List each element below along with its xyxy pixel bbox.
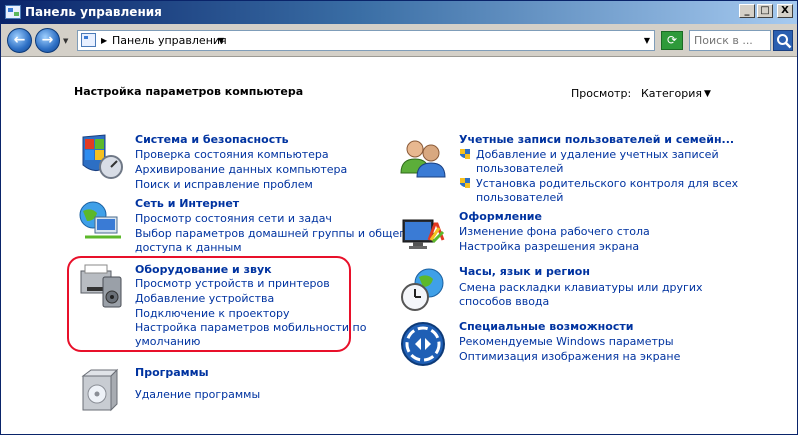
search-icon <box>777 34 792 49</box>
category-link[interactable]: Рекомендуемые Windows параметры <box>459 335 674 348</box>
refresh-button[interactable]: ⟳ <box>661 31 683 50</box>
address-dropdown-icon[interactable]: ▼ <box>644 36 650 45</box>
category-title[interactable]: Часы, язык и регион <box>459 265 590 278</box>
search-input[interactable] <box>690 31 770 50</box>
control-panel-window: Панель управления _ □ X ← → ▼ ▶ Панель у… <box>0 0 798 435</box>
network-globe-icon[interactable] <box>77 197 125 245</box>
category-link[interactable]: Установка родительского контроля для все… <box>476 177 738 190</box>
recent-pages-chevron-icon[interactable]: ▼ <box>63 37 68 45</box>
title-bar[interactable]: Панель управления _ □ X <box>1 1 797 24</box>
search-box[interactable] <box>689 30 771 51</box>
category-link[interactable]: Добавление и удаление учетных записей <box>476 148 719 161</box>
category-title[interactable]: Система и безопасность <box>135 133 289 146</box>
category-title[interactable]: Учетные записи пользователей и семейн... <box>459 133 734 146</box>
breadcrumb-chevron-icon[interactable]: ▼ <box>218 36 224 45</box>
navigation-toolbar: ← → ▼ ▶ Панель управления ▼ ▼ ⟳ <box>1 24 797 57</box>
control-panel-icon <box>81 33 96 47</box>
maximize-button[interactable]: □ <box>757 4 773 18</box>
window-title: Панель управления <box>25 5 162 19</box>
appearance-monitor-icon[interactable] <box>399 210 447 258</box>
close-button[interactable]: X <box>777 4 793 18</box>
clock-globe-icon[interactable] <box>399 265 447 313</box>
category-link[interactable]: Поиск и исправление проблем <box>135 178 313 191</box>
programs-box-icon[interactable] <box>77 366 125 414</box>
control-panel-icon <box>5 5 21 19</box>
view-by-label: Просмотр: <box>571 87 632 100</box>
category-link[interactable]: способов ввода <box>459 295 549 308</box>
search-button[interactable] <box>773 30 793 51</box>
category-link[interactable]: доступа к данным <box>135 241 242 254</box>
category-link[interactable]: Смена раскладки клавиатуры или других <box>459 281 703 294</box>
category-link[interactable]: Выбор параметров домашней группы и общег… <box>135 227 412 240</box>
breadcrumb-control-panel[interactable]: Панель управления <box>112 34 227 47</box>
category-link[interactable]: пользователей <box>476 162 563 175</box>
category-link[interactable]: Проверка состояния компьютера <box>135 148 329 161</box>
category-link[interactable]: Архивирование данных компьютера <box>135 163 347 176</box>
view-by-dropdown[interactable]: Категория <box>641 87 702 100</box>
category-title[interactable]: Сеть и Интернет <box>135 197 239 210</box>
users-icon[interactable] <box>399 133 447 181</box>
category-link[interactable]: Изменение фона рабочего стола <box>459 225 650 238</box>
minimize-button[interactable]: _ <box>739 4 755 18</box>
category-title[interactable]: Оформление <box>459 210 542 223</box>
category-link[interactable]: Удаление программы <box>135 388 260 401</box>
back-button[interactable]: ← <box>7 28 32 53</box>
uac-shield-icon <box>460 178 470 188</box>
address-bar[interactable]: ▶ Панель управления ▼ ▼ <box>77 30 655 51</box>
accessibility-icon[interactable] <box>399 320 447 368</box>
forward-button[interactable]: → <box>35 28 60 53</box>
category-link[interactable]: пользователей <box>476 191 563 204</box>
category-link[interactable]: Оптимизация изображения на экране <box>459 350 680 363</box>
page-title: Настройка параметров компьютера <box>74 85 304 98</box>
uac-shield-icon <box>460 149 470 159</box>
view-by-chevron-icon[interactable]: ▼ <box>704 89 711 99</box>
category-link[interactable]: Просмотр состояния сети и задач <box>135 212 332 225</box>
content-area: Настройка параметров компьютера Просмотр… <box>1 58 797 434</box>
category-title[interactable]: Специальные возможности <box>459 320 633 333</box>
category-link[interactable]: Настройка разрешения экрана <box>459 240 639 253</box>
security-shield-icon[interactable] <box>77 133 125 181</box>
category-title[interactable]: Программы <box>135 366 209 379</box>
breadcrumb-separator-icon[interactable]: ▶ <box>101 36 107 45</box>
highlight-annotation <box>67 256 351 352</box>
